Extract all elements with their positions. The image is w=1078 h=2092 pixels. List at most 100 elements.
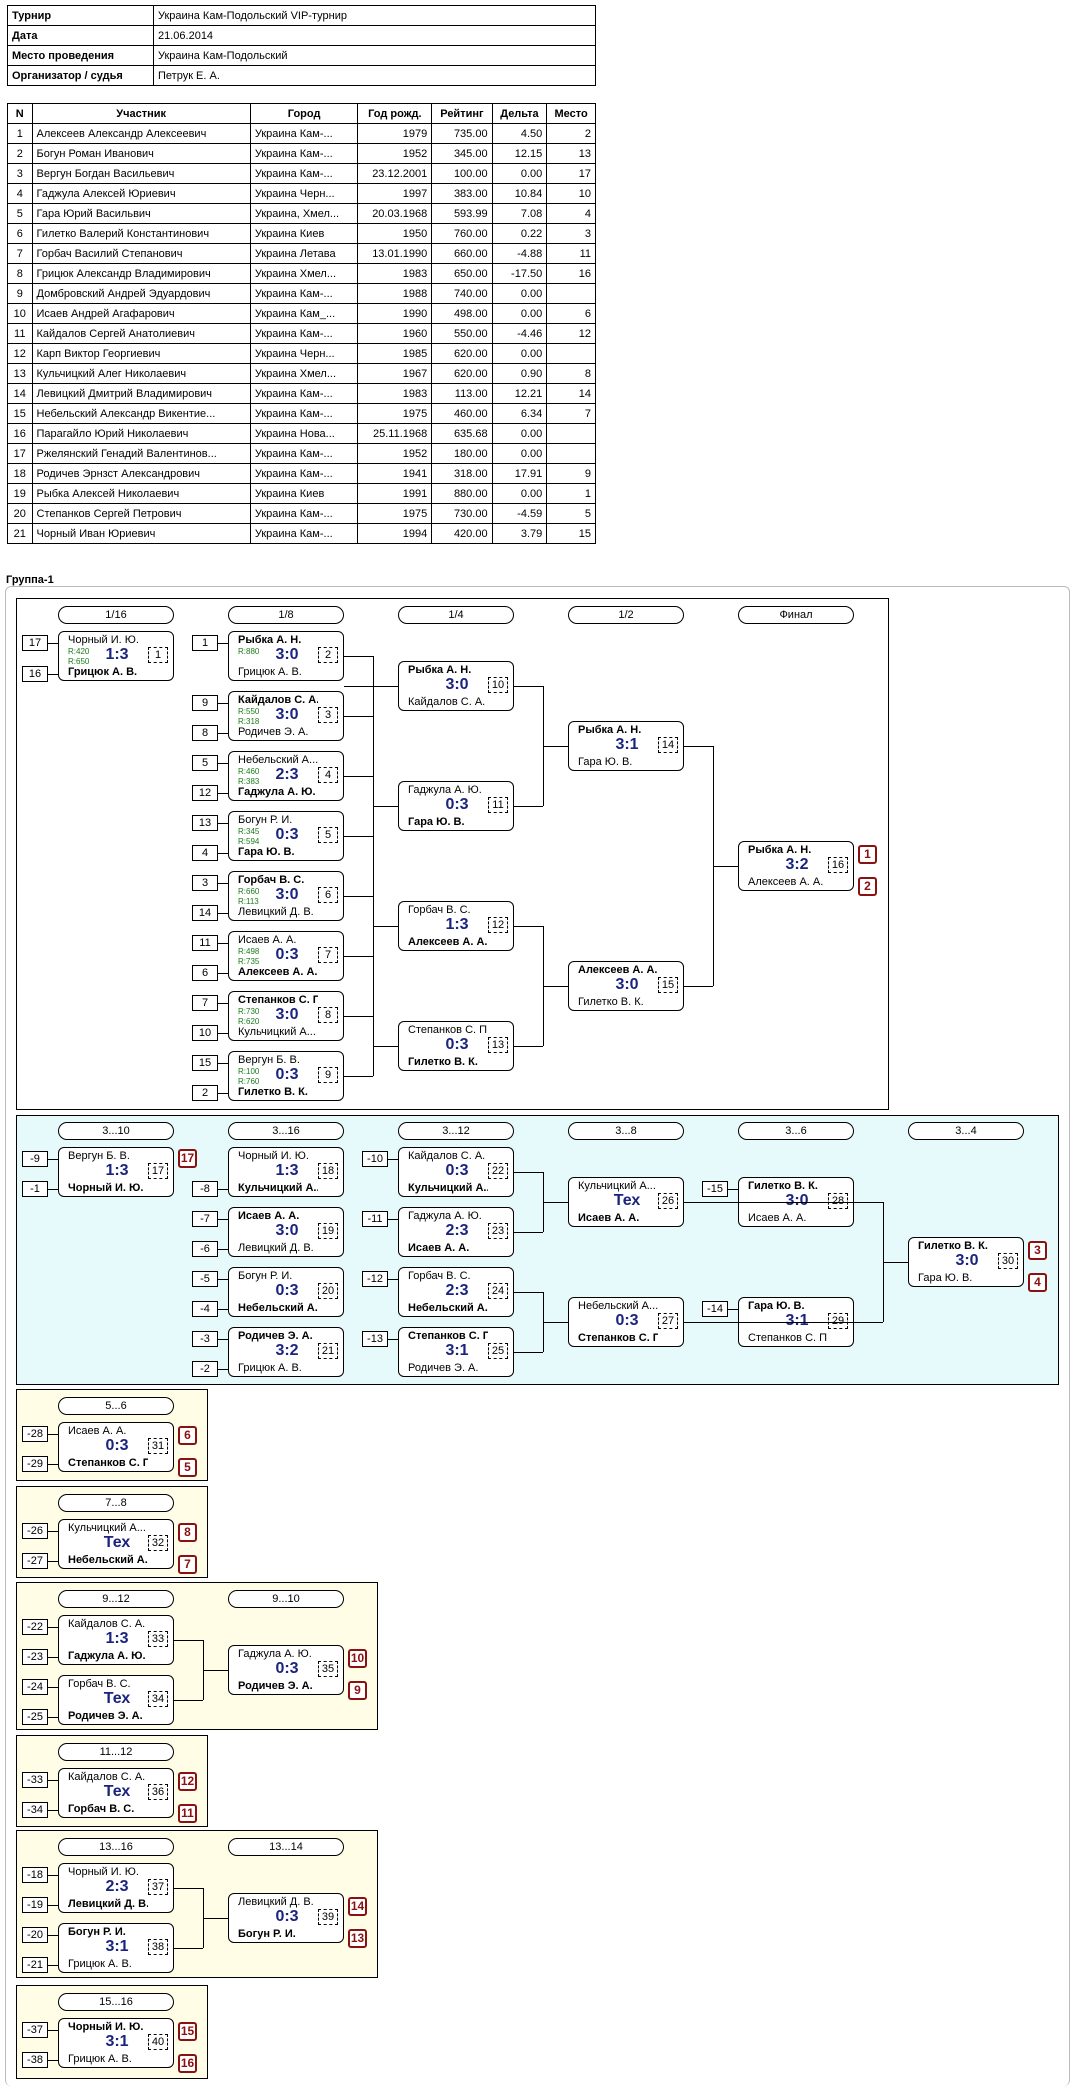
- table-cell: 15: [7, 403, 33, 424]
- match-box[interactable]: Кульчицкий А... Исаев А. А. Тех 26: [568, 1177, 684, 1227]
- table-cell: 13: [7, 363, 33, 384]
- seed-label: 8: [192, 725, 218, 741]
- table-cell: -17.50: [491, 263, 548, 284]
- connector: [344, 836, 373, 837]
- seed-label: -18: [22, 1867, 48, 1883]
- table-cell: 1: [7, 123, 33, 144]
- match-box[interactable]: Рыбка А. Н. Гара Ю. В. 3:1 14: [568, 721, 684, 771]
- table-cell: 1990: [357, 303, 433, 324]
- match-box[interactable]: Богун Р. И. Грицюк А. В. 3:1 38: [58, 1923, 174, 1973]
- table-cell: 5: [546, 503, 596, 524]
- seed-label: -3: [192, 1331, 218, 1347]
- round-header: 15...16: [58, 1993, 174, 2011]
- seed-label: 9: [192, 695, 218, 711]
- match-number: 29: [828, 1313, 848, 1329]
- player-top: Богун Р. И.: [68, 1926, 126, 1938]
- match-number: 19: [318, 1223, 338, 1239]
- place-badge: 1: [858, 845, 877, 864]
- player-bottom: Родичев Э. А.: [238, 1680, 313, 1692]
- connector: [174, 1888, 203, 1889]
- match-box[interactable]: Кайдалов С. А. Кульчицкий А... 0:3 22: [398, 1147, 514, 1197]
- seed-label: 4: [192, 845, 218, 861]
- table-cell: Украина Черн...: [249, 183, 359, 204]
- match-number: 17: [148, 1163, 168, 1179]
- table-cell: [546, 423, 596, 444]
- connector: [514, 806, 543, 807]
- table-cell: 5: [7, 203, 33, 224]
- match-box[interactable]: Горбач В. С. Небельский А... 2:3 24: [398, 1267, 514, 1317]
- player-top: Гаджула А. Ю.: [408, 1210, 482, 1222]
- match-box[interactable]: Рыбка А. Н. Алексеев А. А. 3:2 16: [738, 841, 854, 891]
- table-cell: 1983: [357, 383, 433, 404]
- table-cell: 12.15: [491, 143, 548, 164]
- table-cell: Кайдалов Сергей Анатолиевич: [31, 323, 251, 344]
- match-box[interactable]: Рыбка А. Н. Кайдалов С. А. 3:0 10: [398, 661, 514, 711]
- connector: [344, 656, 373, 657]
- match-box[interactable]: Гаджула А. Ю. Гара Ю. В. 0:3 11: [398, 781, 514, 831]
- match-box[interactable]: Гилетко В. К. Гара Ю. В. 3:0 30: [908, 1237, 1024, 1287]
- connector: [854, 1202, 883, 1203]
- match-box[interactable]: Гаджула А. Ю. Родичев Э. А. 0:3 35: [228, 1645, 344, 1695]
- table-row: 11 Кайдалов Сергей Анатолиевич Украина Кам…: [7, 323, 596, 344]
- table-cell: 13: [546, 143, 596, 164]
- seed-label: -10: [362, 1151, 388, 1167]
- table-cell: 620.00: [431, 343, 493, 364]
- info-row: Дата 21.06.2014: [7, 25, 596, 46]
- match-box[interactable]: Исаев А. А. Степанков С. П. 0:3 31: [58, 1422, 174, 1472]
- match-box[interactable]: Степанков С. П. Кульчицкий А... R:730 R:620…: [228, 991, 344, 1041]
- table-cell: 113.00: [431, 383, 493, 404]
- match-number: 13: [488, 1037, 508, 1053]
- match-box[interactable]: Чорный И. Ю. Левицкий Д. В. 2:3 37: [58, 1863, 174, 1913]
- match-box[interactable]: Горбач В. С. Родичев Э. А. Тех 34: [58, 1675, 174, 1725]
- match-box[interactable]: Кайдалов С. А. Гаджула А. Ю. 1:3 33: [58, 1615, 174, 1665]
- match-box[interactable]: Горбач В. С. Левицкий Д. В. R:660 R:113 3:0 6: [228, 871, 344, 921]
- match-number: 7: [318, 947, 338, 963]
- table-cell: 635.68: [431, 423, 493, 444]
- match-box[interactable]: Горбач В. С. Алексеев А. А. 1:3 12: [398, 901, 514, 951]
- match-box[interactable]: Степанков С. П. Родичев Э. А. 3:1 25: [398, 1327, 514, 1377]
- match-box[interactable]: Чорный И. Ю. Грицюк А. В. R:420 R:650 1:3 1: [58, 631, 174, 681]
- match-number: 8: [318, 1007, 338, 1023]
- match-box[interactable]: Кульчицкий А... Небельский А... Тех 32: [58, 1519, 174, 1569]
- seed-label: -4: [192, 1301, 218, 1317]
- table-cell: Украина Кам-...: [249, 143, 359, 164]
- match-box[interactable]: Алексеев А. А. Гилетко В. К. 3:0 15: [568, 961, 684, 1011]
- connector: [684, 986, 713, 987]
- player-bottom: Грицюк А. В.: [68, 666, 138, 678]
- connector: [344, 686, 373, 687]
- match-box[interactable]: Родичев Э. А. Грицюк А. В. 3:2 21: [228, 1327, 344, 1377]
- match-box[interactable]: Небельский А... Гаджула А. Ю. R:460 R:383 2:…: [228, 751, 344, 801]
- match-box[interactable]: Богун Р. И. Небельский А... 0:3 20: [228, 1267, 344, 1317]
- table-cell: 4: [546, 203, 596, 224]
- match-box[interactable]: Богун Р. И. Гара Ю. В. R:345 R:594 0:3 5: [228, 811, 344, 861]
- table-cell: 0.90: [491, 363, 548, 384]
- connector: [344, 716, 373, 717]
- column-header: Участник: [31, 103, 251, 124]
- seed-label: -29: [22, 1456, 48, 1472]
- player-bottom: Гара Ю. В.: [918, 1272, 973, 1284]
- match-box[interactable]: Гаджула А. Ю. Исаев А. А. 2:3 23: [398, 1207, 514, 1257]
- match-box[interactable]: Вергун Б. В. Гилетко В. К. R:100 R:760 0:3 9: [228, 1051, 344, 1101]
- match-box[interactable]: Кайдалов С. А. Родичев Э. А. R:550 R:318 3:0…: [228, 691, 344, 741]
- match-box[interactable]: Вергун Б. В. Чорный И. Ю. 1:3 17: [58, 1147, 174, 1197]
- match-number: 30: [998, 1253, 1018, 1269]
- match-box[interactable]: Левицкий Д. В. Богун Р. И. 0:3 39: [228, 1893, 344, 1943]
- seed-label: -26: [22, 1523, 48, 1539]
- player-top: Рыбка А. Н.: [578, 724, 642, 736]
- match-box[interactable]: Рыбка А. Н. Грицюк А. В. R:880 3:0 2: [228, 631, 344, 681]
- table-cell: 6: [7, 223, 33, 244]
- round-header: 13...16: [58, 1838, 174, 1856]
- match-box[interactable]: Исаев А. А. Алексеев А. А. R:498 R:735 0:3 7: [228, 931, 344, 981]
- match-box[interactable]: Кайдалов С. А. Горбач В. С. Тех 36: [58, 1768, 174, 1818]
- match-number: 22: [488, 1163, 508, 1179]
- match-box[interactable]: Чорный И. Ю. Кульчицкий А... 1:3 18: [228, 1147, 344, 1197]
- match-box[interactable]: Чорный И. Ю. Грицюк А. В. 3:1 40: [58, 2018, 174, 2068]
- match-box[interactable]: Степанков С. П. Гилетко В. К. 0:3 13: [398, 1021, 514, 1071]
- match-box[interactable]: Исаев А. А. Левицкий Д. В. 3:0 19: [228, 1207, 344, 1257]
- player-bottom: Степанков С. П.: [68, 1457, 148, 1469]
- match-box[interactable]: Небельский А... Степанков С. П. 0:3 27: [568, 1297, 684, 1347]
- table-cell: Горбач Василий Степанович: [31, 243, 251, 264]
- table-cell: 10: [7, 303, 33, 324]
- column-header: N: [7, 103, 33, 124]
- match-number: 33: [148, 1631, 168, 1647]
